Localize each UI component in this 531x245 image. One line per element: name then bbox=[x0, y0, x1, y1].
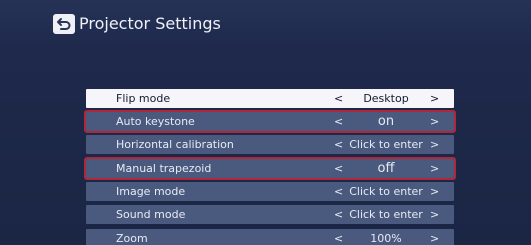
back-button[interactable] bbox=[53, 14, 75, 34]
menu-item-value: Click to enter bbox=[349, 138, 423, 151]
next-option-button[interactable]: > bbox=[430, 229, 439, 245]
menu-item-value: Click to enter bbox=[349, 208, 423, 221]
next-option-button[interactable]: > bbox=[430, 135, 439, 154]
menu-item-zoom[interactable]: Zoom < 100% > bbox=[86, 229, 454, 245]
menu-item-value: Desktop bbox=[363, 92, 409, 105]
menu-item-sound-mode[interactable]: Sound mode < Click to enter > bbox=[86, 205, 454, 224]
next-option-button[interactable]: > bbox=[430, 159, 439, 178]
menu-item-horizontal-calibration[interactable]: Horizontal calibration < Click to enter … bbox=[86, 135, 454, 154]
menu-item-label: Auto keystone bbox=[116, 115, 195, 128]
header-bar: Projector Settings bbox=[0, 0, 531, 45]
menu-item-value: 100% bbox=[370, 232, 402, 245]
menu-item-label: Horizontal calibration bbox=[116, 138, 234, 151]
menu-item-label: Zoom bbox=[116, 232, 148, 245]
next-option-button[interactable]: > bbox=[430, 182, 439, 201]
menu-item-image-mode[interactable]: Image mode < Click to enter > bbox=[86, 182, 454, 201]
next-option-button[interactable]: > bbox=[430, 205, 439, 224]
next-option-button[interactable]: > bbox=[430, 89, 439, 108]
menu-item-value: off bbox=[377, 161, 395, 176]
menu-item-auto-keystone[interactable]: Auto keystone < on > bbox=[84, 110, 456, 133]
menu-item-label: Image mode bbox=[116, 185, 186, 198]
menu-item-label: Manual trapezoid bbox=[116, 162, 212, 175]
menu-item-label: Flip mode bbox=[116, 92, 171, 105]
menu-item-manual-trapezoid[interactable]: Manual trapezoid < off > bbox=[84, 157, 456, 180]
back-arrow-icon bbox=[57, 18, 71, 30]
menu-item-value: Click to enter bbox=[349, 185, 423, 198]
menu-item-flip-mode[interactable]: Flip mode < Desktop > bbox=[86, 89, 454, 108]
page-title: Projector Settings bbox=[79, 14, 221, 33]
menu-item-value: on bbox=[377, 114, 395, 129]
next-option-button[interactable]: > bbox=[430, 112, 439, 131]
menu-item-label: Sound mode bbox=[116, 208, 186, 221]
